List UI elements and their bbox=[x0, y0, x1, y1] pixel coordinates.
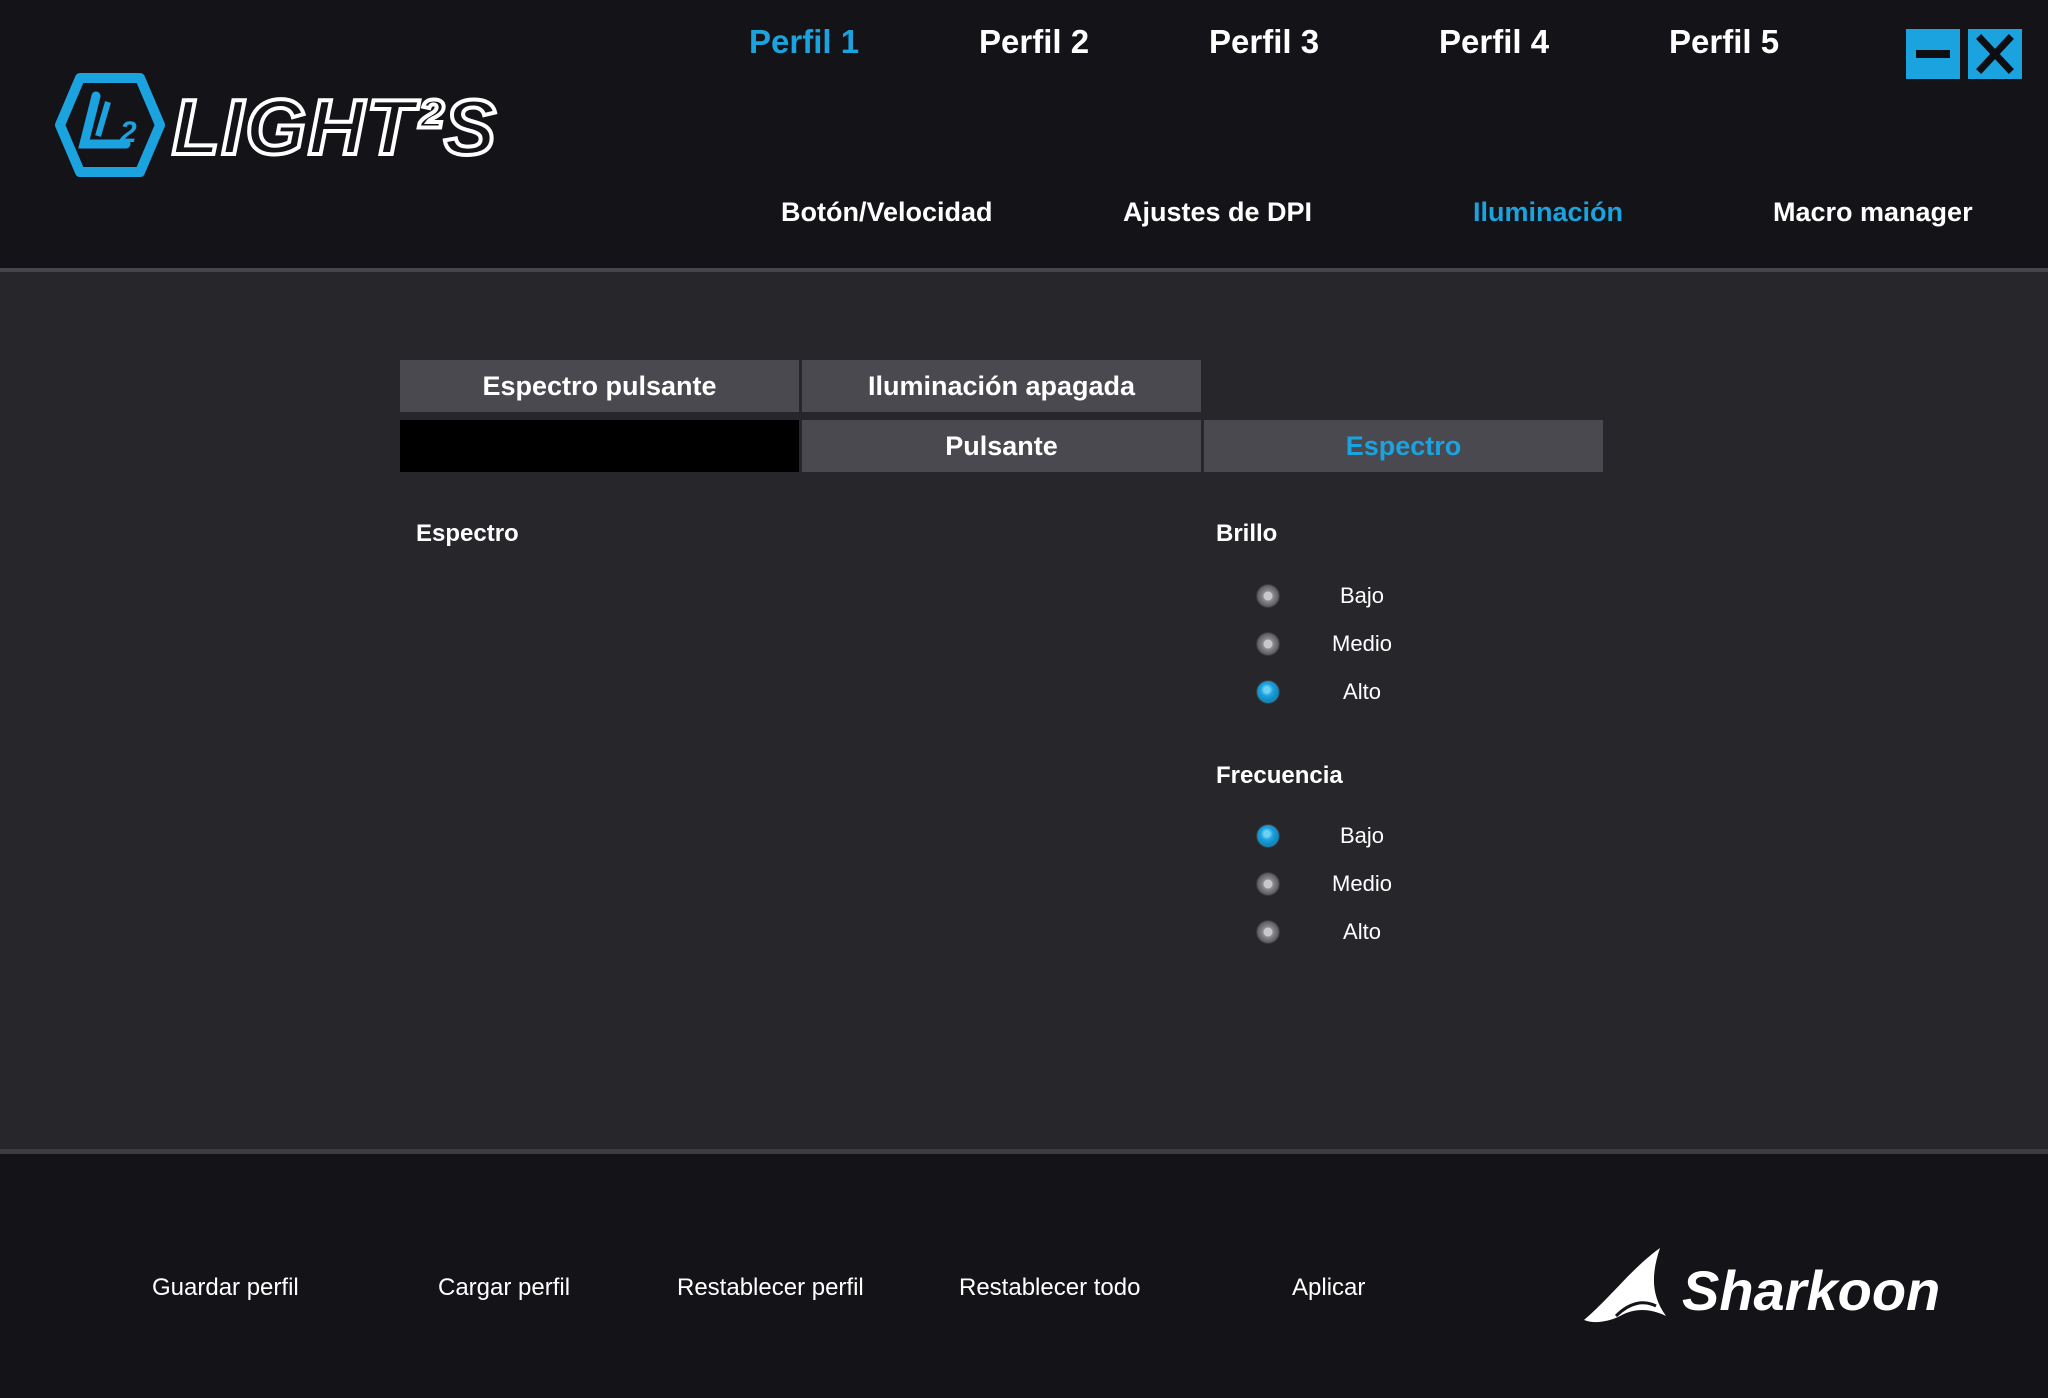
brightness-option-alto[interactable]: Alto bbox=[1252, 677, 1412, 707]
radio-label: Alto bbox=[1343, 919, 1381, 944]
profile-tab-5[interactable]: Perfil 5 bbox=[1669, 18, 1779, 66]
light2-badge-icon: 2 bbox=[55, 73, 165, 177]
header-divider bbox=[0, 268, 2048, 272]
radio-button-selected[interactable] bbox=[1257, 681, 1279, 703]
profile-tab-4[interactable]: Perfil 4 bbox=[1439, 18, 1549, 66]
radio-label: Bajo bbox=[1339, 583, 1385, 608]
light2s-logo: 2 LIGHT²S bbox=[55, 73, 498, 177]
color-swatch[interactable] bbox=[400, 420, 799, 472]
brand-text: Sharkoon bbox=[1682, 1259, 1940, 1322]
radio-label: Medio bbox=[1332, 871, 1392, 896]
frequency-option-alto[interactable]: Alto bbox=[1252, 917, 1412, 947]
close-icon bbox=[1976, 34, 2014, 74]
minimize-icon bbox=[1916, 50, 1950, 58]
logo-text: LIGHT²S bbox=[172, 83, 498, 171]
tab-macro-manager[interactable]: Macro manager bbox=[1773, 190, 1973, 234]
radio-label: Bajo bbox=[1339, 823, 1385, 848]
radio-label: Alto bbox=[1343, 679, 1381, 704]
brightness-title: Brillo bbox=[1216, 520, 1278, 547]
brightness-option-bajo[interactable]: Bajo bbox=[1252, 581, 1412, 611]
minimize-button[interactable] bbox=[1906, 29, 1960, 79]
radio-button[interactable] bbox=[1257, 633, 1279, 655]
frequency-option-bajo[interactable]: Bajo bbox=[1252, 821, 1412, 851]
profile-tab-3[interactable]: Perfil 3 bbox=[1209, 18, 1319, 66]
radio-button-selected[interactable] bbox=[1257, 825, 1279, 847]
close-button[interactable] bbox=[1968, 29, 2022, 79]
mode-tab-espectro[interactable]: Espectro bbox=[1204, 420, 1603, 472]
load-profile-button[interactable]: Cargar perfil bbox=[438, 1270, 570, 1306]
app-window: 2 LIGHT²S Perfil 1 Perfil 2 Perfil 3 Per… bbox=[0, 0, 2048, 1398]
tab-ajustes-dpi[interactable]: Ajustes de DPI bbox=[1123, 190, 1312, 234]
radio-button[interactable] bbox=[1257, 921, 1279, 943]
mode-tab-pulsante[interactable]: Pulsante bbox=[802, 420, 1201, 472]
sharkoon-logo: Sharkoon bbox=[1584, 1248, 1940, 1323]
save-profile-button[interactable]: Guardar perfil bbox=[152, 1270, 299, 1306]
svg-text:2: 2 bbox=[119, 116, 137, 149]
radio-button[interactable] bbox=[1257, 585, 1279, 607]
frequency-option-medio[interactable]: Medio bbox=[1252, 869, 1412, 899]
tab-iluminacion[interactable]: Iluminación bbox=[1473, 190, 1623, 234]
radio-label: Medio bbox=[1332, 631, 1392, 656]
profile-tab-2[interactable]: Perfil 2 bbox=[979, 18, 1089, 66]
reset-profile-button[interactable]: Restablecer perfil bbox=[677, 1270, 864, 1306]
frequency-title: Frecuencia bbox=[1216, 762, 1343, 789]
tab-boton-velocidad[interactable]: Botón/Velocidad bbox=[781, 190, 993, 234]
mode-tab-espectro-pulsante[interactable]: Espectro pulsante bbox=[400, 360, 799, 412]
effect-label: Espectro bbox=[416, 520, 519, 547]
reset-all-button[interactable]: Restablecer todo bbox=[959, 1270, 1140, 1306]
brightness-option-medio[interactable]: Medio bbox=[1252, 629, 1412, 659]
profile-tab-1[interactable]: Perfil 1 bbox=[749, 18, 859, 66]
radio-button[interactable] bbox=[1257, 873, 1279, 895]
apply-button[interactable]: Aplicar bbox=[1292, 1270, 1365, 1306]
shark-fin-icon bbox=[1584, 1248, 1666, 1323]
mode-tab-iluminacion-apagada[interactable]: Iluminación apagada bbox=[802, 360, 1201, 412]
